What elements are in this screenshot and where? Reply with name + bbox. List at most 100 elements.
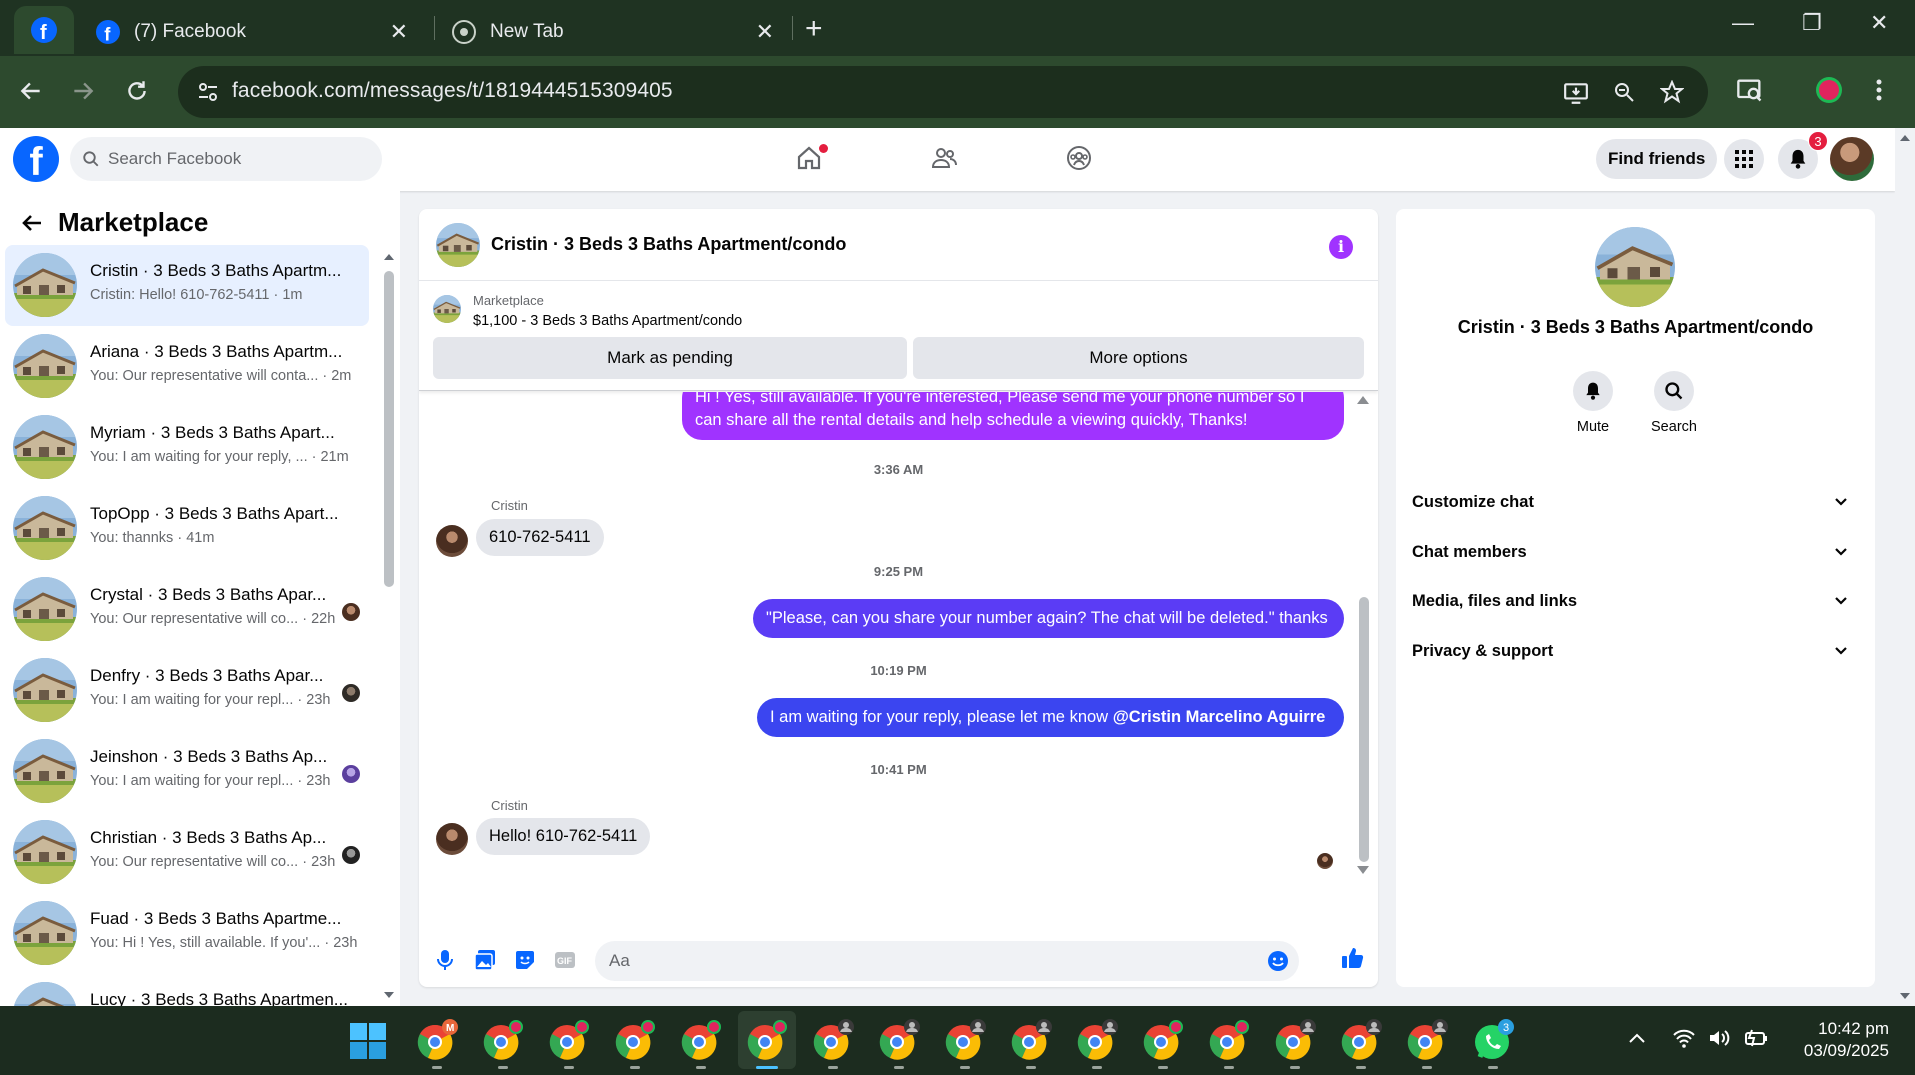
conversation-item[interactable]: Myriam · 3 Beds 3 Baths Apart... You: I …: [5, 407, 369, 488]
conversation-item[interactable]: TopOpp · 3 Beds 3 Baths Apart... You: th…: [5, 488, 369, 569]
like-thumbs-up-icon[interactable]: [1341, 946, 1365, 970]
chat-thumbnail[interactable]: [436, 223, 480, 267]
wifi-icon[interactable]: [1672, 1028, 1696, 1048]
customize-chat-section[interactable]: Customize chat: [1412, 480, 1859, 524]
conversation-item[interactable]: Lucy · 3 Beds 3 Baths Apartmen...: [5, 974, 369, 1006]
lens-icon[interactable]: [1736, 76, 1764, 104]
friends-icon[interactable]: [930, 144, 958, 172]
outgoing-message[interactable]: "Please, can you share your number again…: [753, 599, 1344, 638]
message-input[interactable]: [609, 941, 1249, 981]
outgoing-message[interactable]: I am waiting for your reply, please let …: [757, 698, 1344, 737]
chat-title[interactable]: Cristin · 3 Beds 3 Baths Apartment/condo: [491, 234, 846, 255]
media-files-links-section[interactable]: Media, files and links: [1412, 579, 1859, 623]
photo-icon[interactable]: [474, 949, 496, 971]
conversation-preview: Cristin: Hello! 610-762-5411 · 1m: [90, 287, 303, 303]
reload-icon[interactable]: [124, 78, 150, 104]
menu-grid-icon[interactable]: [1724, 139, 1764, 179]
chrome-taskbar-icon[interactable]: M: [416, 1019, 458, 1061]
conversation-item[interactable]: Fuad · 3 Beds 3 Baths Apartme... You: Hi…: [5, 893, 369, 974]
tab-separator: [434, 16, 435, 40]
account-avatar[interactable]: [1830, 137, 1874, 181]
groups-icon[interactable]: [1065, 144, 1093, 172]
chat-members-section[interactable]: Chat members: [1412, 530, 1859, 574]
outgoing-message[interactable]: Hi ! Yes, still available. If you're int…: [682, 392, 1344, 440]
new-tab-button[interactable]: +: [805, 12, 823, 46]
address-bar[interactable]: facebook.com/messages/t/1819444515309405: [178, 66, 1708, 118]
chrome-taskbar-icon[interactable]: [680, 1019, 722, 1061]
bookmark-star-icon[interactable]: [1660, 80, 1684, 104]
back-icon[interactable]: [18, 78, 44, 104]
conversation-item[interactable]: Crystal · 3 Beds 3 Baths Apar... You: Ou…: [5, 569, 369, 650]
forward-icon[interactable]: [70, 78, 96, 104]
section-label: Customize chat: [1412, 493, 1534, 511]
volume-icon[interactable]: [1708, 1028, 1732, 1048]
close-window-icon[interactable]: ✕: [1870, 10, 1888, 36]
chrome-taskbar-icon[interactable]: [1142, 1019, 1184, 1061]
search-box[interactable]: [70, 137, 382, 181]
chat-profile-thumbnail[interactable]: [1595, 227, 1675, 307]
facebook-logo[interactable]: f: [13, 136, 59, 182]
profile-icon[interactable]: [1815, 76, 1843, 104]
chrome-profile-taskbar-icon[interactable]: [1340, 1019, 1382, 1061]
mute-button[interactable]: Mute: [1563, 371, 1623, 435]
chrome-taskbar-icon[interactable]: [1208, 1019, 1250, 1061]
pinned-facebook-tab[interactable]: f: [14, 6, 74, 54]
sender-avatar[interactable]: [436, 823, 468, 855]
conversation-item[interactable]: Denfry · 3 Beds 3 Baths Apar... You: I a…: [5, 650, 369, 731]
conversation-item[interactable]: Cristin · 3 Beds 3 Baths Apartm... Crist…: [5, 245, 369, 326]
gif-icon[interactable]: GIF: [554, 949, 576, 971]
search-conversation-button[interactable]: Search: [1644, 371, 1704, 435]
user-mention[interactable]: @Cristin Marcelino Aguirre: [1113, 708, 1326, 726]
mark-as-pending-button[interactable]: Mark as pending: [433, 337, 907, 379]
page-scrollbar[interactable]: [1895, 128, 1915, 1006]
install-app-icon[interactable]: [1563, 80, 1589, 106]
chrome-taskbar-icon[interactable]: [614, 1019, 656, 1061]
windows-start-icon[interactable]: [349, 1022, 391, 1064]
tab-facebook[interactable]: f (7) Facebook ✕: [90, 8, 420, 56]
chrome-profile-taskbar-icon[interactable]: [1274, 1019, 1316, 1061]
listing-thumbnail[interactable]: [433, 295, 461, 323]
close-tab-icon[interactable]: ✕: [390, 21, 408, 43]
close-tab-icon[interactable]: ✕: [756, 21, 774, 43]
search-input[interactable]: [108, 137, 368, 181]
incoming-message[interactable]: 610-762-5411: [476, 519, 604, 556]
conversation-item[interactable]: Ariana · 3 Beds 3 Baths Apartm... You: O…: [5, 326, 369, 407]
conversation-item[interactable]: Christian · 3 Beds 3 Baths Ap... You: Ou…: [5, 812, 369, 893]
tab-new-tab[interactable]: New Tab ✕: [446, 8, 786, 56]
chrome-taskbar-icon-active[interactable]: [746, 1019, 788, 1061]
microphone-icon[interactable]: [435, 949, 455, 971]
listing-title[interactable]: $1,100 - 3 Beds 3 Baths Apartment/condo: [473, 313, 742, 329]
incoming-message[interactable]: Hello! 610-762-5411: [476, 818, 651, 855]
site-info-icon[interactable]: [196, 80, 220, 104]
show-hidden-icons-chevron-up-icon[interactable]: [1628, 1032, 1646, 1044]
message-scroll-down-icon[interactable]: [1355, 862, 1371, 878]
message-scroll-thumb[interactable]: [1359, 597, 1369, 862]
sender-avatar[interactable]: [436, 525, 468, 557]
find-friends-button[interactable]: Find friends: [1596, 139, 1718, 179]
sticker-icon[interactable]: [514, 949, 536, 971]
message-scroll-up-icon[interactable]: [1355, 392, 1371, 408]
battery-charging-icon[interactable]: [1744, 1028, 1770, 1048]
back-arrow-icon[interactable]: [20, 211, 44, 235]
zoom-icon[interactable]: [1612, 80, 1636, 104]
chrome-profile-taskbar-icon[interactable]: [812, 1019, 854, 1061]
privacy-support-section[interactable]: Privacy & support: [1412, 629, 1859, 673]
chrome-taskbar-icon[interactable]: [482, 1019, 524, 1061]
emoji-icon[interactable]: [1267, 950, 1289, 972]
chrome-profile-taskbar-icon[interactable]: [1076, 1019, 1118, 1061]
conversation-item[interactable]: Jeinshon · 3 Beds 3 Baths Ap... You: I a…: [5, 731, 369, 812]
conversation-scroll-thumb[interactable]: [384, 271, 394, 587]
info-icon[interactable]: i: [1329, 235, 1353, 259]
chrome-profile-taskbar-icon[interactable]: [1010, 1019, 1052, 1061]
menu-kebab-icon[interactable]: [1872, 76, 1886, 104]
chrome-taskbar-icon[interactable]: [548, 1019, 590, 1061]
minimize-icon[interactable]: —: [1732, 10, 1754, 36]
restore-icon[interactable]: ❐: [1802, 10, 1822, 36]
chrome-profile-taskbar-icon[interactable]: [878, 1019, 920, 1061]
chrome-profile-taskbar-icon[interactable]: [1406, 1019, 1448, 1061]
more-options-button[interactable]: More options: [913, 337, 1364, 379]
whatsapp-taskbar-icon[interactable]: 3: [1472, 1019, 1514, 1061]
chrome-profile-taskbar-icon[interactable]: [944, 1019, 986, 1061]
system-clock[interactable]: 10:42 pm 03/09/2025: [1792, 1018, 1889, 1062]
message-input-box[interactable]: [595, 941, 1299, 981]
